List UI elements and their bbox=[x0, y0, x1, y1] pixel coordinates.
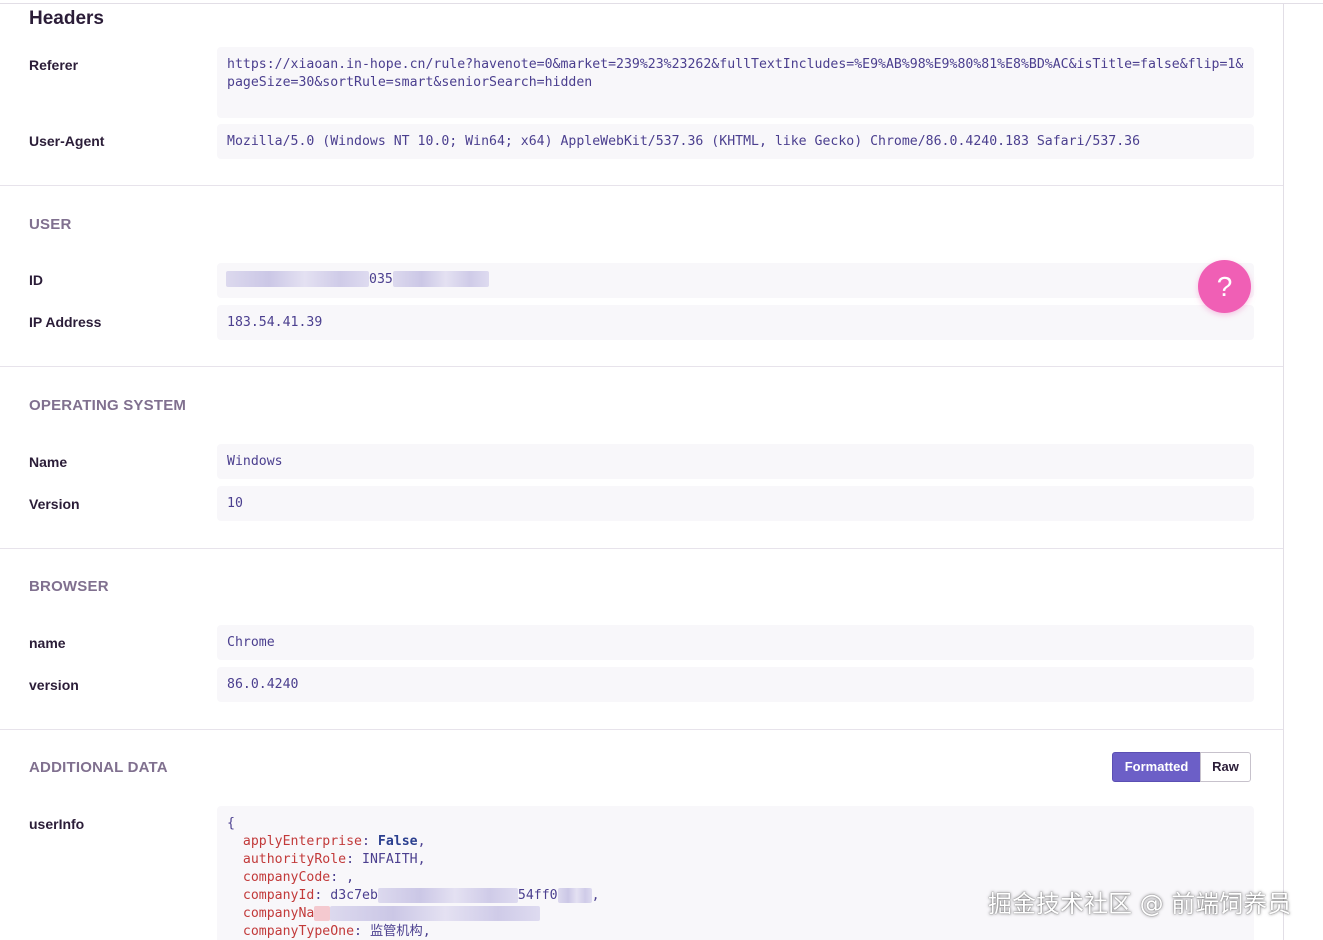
redacted-blur bbox=[330, 905, 541, 921]
browser-section-title: BROWSER bbox=[29, 578, 109, 595]
userinfo-json-value: { applyEnterprise: False, authorityRole:… bbox=[217, 806, 1254, 940]
os-version-value: 10 bbox=[217, 486, 1254, 521]
json-key: companyId bbox=[242, 888, 315, 903]
help-question-button[interactable]: ? bbox=[1198, 260, 1251, 313]
redacted-blur bbox=[392, 271, 489, 287]
formatted-toggle-button[interactable]: Formatted bbox=[1112, 752, 1201, 782]
json-line: applyEnterprise: False, bbox=[242, 834, 426, 849]
user-id-label: ID bbox=[29, 272, 43, 288]
referer-label: Referer bbox=[29, 57, 79, 73]
user-agent-value: Mozilla/5.0 (Windows NT 10.0; Win64; x64… bbox=[217, 124, 1254, 159]
browser-version-label: version bbox=[29, 677, 79, 693]
browser-name-label: name bbox=[29, 635, 66, 651]
referer-value: https://xiaoan.in-hope.cn/rule?havenote=… bbox=[217, 47, 1254, 118]
user-id-fragment: 035 bbox=[369, 272, 393, 287]
os-name-label: Name bbox=[29, 454, 68, 470]
event-detail-panel: Headers Referer https://xiaoan.in-hope.c… bbox=[0, 0, 1283, 940]
json-open-brace: { bbox=[227, 816, 235, 831]
headers-title: Headers bbox=[29, 8, 104, 29]
watermark-text: 掘金技术社区 @ 前端饲养员 bbox=[988, 890, 1292, 918]
json-key: companyTypeOne bbox=[242, 924, 355, 939]
os-version-label: Version bbox=[29, 496, 80, 512]
json-key: companyNa bbox=[242, 906, 315, 921]
json-line: companyTypeOne: 监管机构, bbox=[242, 924, 431, 939]
json-key: applyEnterprise bbox=[242, 834, 362, 849]
redacted-blur bbox=[226, 271, 369, 287]
redacted-blur bbox=[314, 905, 331, 921]
raw-toggle-button[interactable]: Raw bbox=[1200, 752, 1251, 782]
additional-data-section-title: ADDITIONAL DATA bbox=[29, 759, 168, 776]
browser-name-value: Chrome bbox=[217, 625, 1254, 660]
json-value: False bbox=[377, 834, 418, 849]
json-value: d3c7eb bbox=[330, 888, 378, 903]
section-divider bbox=[0, 366, 1283, 367]
section-divider bbox=[0, 185, 1283, 186]
redacted-blur bbox=[557, 887, 592, 903]
redacted-blur bbox=[377, 887, 518, 903]
browser-version-value: 86.0.4240 bbox=[217, 667, 1254, 702]
ip-address-value: 183.54.41.39 bbox=[217, 305, 1254, 340]
user-id-value: 035 bbox=[217, 263, 1254, 298]
ip-address-label: IP Address bbox=[29, 314, 102, 330]
json-key: authorityRole bbox=[242, 852, 347, 867]
panel-right-border bbox=[1283, 3, 1284, 940]
json-key: companyCode bbox=[242, 870, 331, 885]
json-line: authorityRole: INFAITH, bbox=[242, 852, 426, 867]
user-section-title: USER bbox=[29, 216, 72, 233]
section-divider bbox=[0, 729, 1283, 730]
section-divider bbox=[0, 548, 1283, 549]
user-agent-label: User-Agent bbox=[29, 133, 105, 149]
os-section-title: OPERATING SYSTEM bbox=[29, 397, 187, 414]
os-name-value: Windows bbox=[217, 444, 1254, 479]
json-value-tail: 54ff0 bbox=[517, 888, 558, 903]
userinfo-label: userInfo bbox=[29, 816, 85, 832]
json-value: INFAITH bbox=[362, 852, 418, 867]
json-value: 监管机构 bbox=[369, 924, 423, 939]
